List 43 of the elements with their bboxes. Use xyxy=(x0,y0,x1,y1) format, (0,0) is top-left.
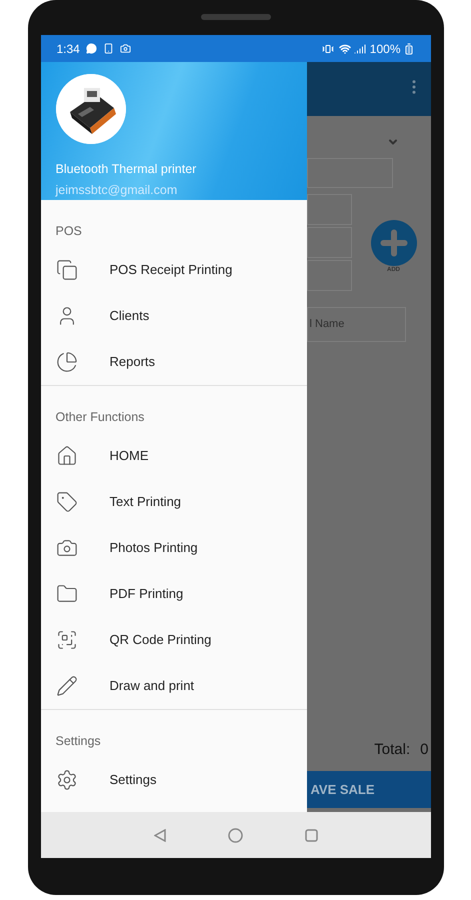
clock: 1:34 xyxy=(56,40,80,58)
folder-icon xyxy=(56,583,78,605)
pencil-icon xyxy=(56,675,78,697)
pie-chart-icon xyxy=(56,351,78,373)
battery-icon xyxy=(402,42,414,54)
drawer-item[interactable]: Photos Printing xyxy=(40,525,306,571)
drawer-item[interactable]: Text Printing xyxy=(40,479,306,525)
vibrate-icon xyxy=(322,42,334,54)
input-field[interactable] xyxy=(306,194,352,225)
phone-icon xyxy=(102,43,114,54)
camera-icon xyxy=(120,43,131,54)
header-email: jeimssbtc@gmail.com xyxy=(56,182,178,199)
drawer-item[interactable]: Settings xyxy=(40,757,306,803)
header-title: Bluetooth Thermal printer xyxy=(56,161,198,178)
drawer-item[interactable]: QR Code Printing xyxy=(40,617,306,663)
recents-icon[interactable] xyxy=(304,828,318,842)
home-icon xyxy=(56,445,78,467)
camera-icon xyxy=(56,537,78,559)
drawer-item[interactable]: Reports xyxy=(40,339,306,385)
drawer-item[interactable]: Clients xyxy=(40,293,306,339)
section-heading: POS xyxy=(56,223,82,240)
home-button-icon[interactable] xyxy=(228,828,242,842)
drawer-item[interactable]: Draw and print xyxy=(40,663,306,709)
chat-icon xyxy=(86,43,97,54)
drawer-item[interactable]: POS Receipt Printing xyxy=(40,247,306,293)
total-value: 0 xyxy=(420,740,428,760)
tag-icon xyxy=(56,491,78,513)
qr-code-icon xyxy=(56,629,78,651)
input-field[interactable] xyxy=(306,158,392,188)
save-sale-button[interactable]: AVE SALE xyxy=(306,771,430,808)
input-field[interactable] xyxy=(306,260,352,291)
section-heading: Settings xyxy=(56,733,101,750)
input-field[interactable] xyxy=(306,227,352,258)
drawer-item[interactable]: HOME xyxy=(40,433,306,479)
drawer-item[interactable]: PDF Printing xyxy=(40,571,306,617)
wifi-icon xyxy=(338,42,351,54)
battery-percent: 100% xyxy=(370,40,400,58)
speaker-grille xyxy=(200,14,270,20)
copy-icon xyxy=(56,259,78,281)
back-icon[interactable] xyxy=(154,828,166,842)
section-heading: Other Functions xyxy=(56,409,144,426)
total-label: Total: xyxy=(374,740,410,760)
settings-icon xyxy=(56,769,78,791)
